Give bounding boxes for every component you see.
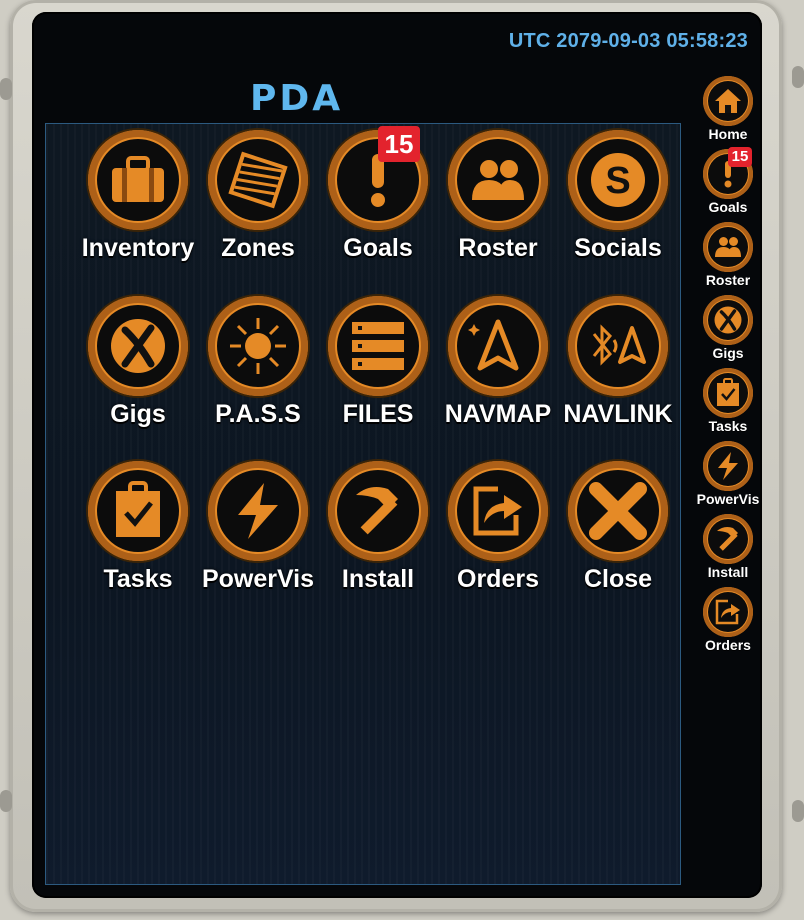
app-tile-label: P.A.S.S	[215, 400, 301, 428]
x-gig-icon	[108, 316, 168, 376]
sidebar-item-install[interactable]: Install	[700, 514, 756, 588]
lightning-icon	[228, 481, 288, 541]
sidebar-item-disc[interactable]	[703, 222, 753, 272]
app-tile-disc[interactable]	[448, 296, 548, 396]
hammer-icon	[713, 524, 743, 554]
utc-clock: UTC 2079-09-03 05:58:23	[508, 30, 748, 52]
briefcase-icon	[108, 150, 168, 210]
app-tile-label: Goals	[343, 234, 413, 262]
sidebar-item-label: Orders	[705, 637, 751, 653]
sidebar-item-disc[interactable]	[703, 76, 753, 126]
app-tile-roster[interactable]: Roster	[438, 124, 558, 274]
bluetooth-nav-icon	[588, 316, 648, 376]
app-tile-goals[interactable]: 15 Goals	[318, 124, 438, 274]
app-tile-close[interactable]: Close	[558, 455, 678, 605]
people-icon	[468, 150, 528, 210]
app-tile-label: Install	[341, 565, 415, 593]
sidebar-item-disc[interactable]	[703, 368, 753, 418]
app-tile-disc[interactable]	[208, 130, 308, 230]
app-tile-zones[interactable]: Zones	[198, 124, 318, 274]
app-tile-disc[interactable]	[568, 130, 668, 230]
app-tile-label: Socials	[574, 234, 662, 262]
hammer-icon	[348, 481, 408, 541]
app-tile-disc[interactable]	[208, 461, 308, 561]
sidebar-item-disc[interactable]	[703, 587, 753, 637]
app-tile-label: FILES	[342, 400, 414, 428]
app-tile-label: NAVLINK	[563, 400, 673, 428]
nav-arrow-icon	[468, 316, 528, 376]
sidebar-item-tasks[interactable]: Tasks	[700, 368, 756, 442]
app-tile-disc[interactable]	[88, 296, 188, 396]
clipboard-check-icon	[713, 378, 743, 408]
sidebar-item-label: Gigs	[712, 345, 744, 361]
app-tile-navmap[interactable]: NAVMAP	[438, 290, 558, 440]
clipboard-check-icon	[108, 481, 168, 541]
bezel-screw	[792, 800, 804, 822]
bezel-screw	[0, 790, 12, 812]
app-tile-disc[interactable]	[328, 461, 428, 561]
app-tile-disc[interactable]	[88, 461, 188, 561]
app-tile-disc[interactable]	[88, 130, 188, 230]
app-tile-label: Orders	[457, 565, 539, 593]
notification-badge: 15	[728, 147, 752, 167]
sidebar-item-label: Tasks	[708, 418, 748, 434]
sidebar-item-label: Home	[708, 126, 748, 142]
app-tile-label: Roster	[458, 234, 538, 262]
sidebar-item-goals[interactable]: 15 Goals	[700, 147, 756, 223]
app-tile-label: Tasks	[103, 565, 173, 593]
app-tile-disc[interactable]	[448, 461, 548, 561]
app-tile-label: Inventory	[81, 234, 195, 262]
sidebar-item-disc[interactable]	[703, 295, 753, 345]
sidebar-item-disc[interactable]	[703, 441, 753, 491]
app-tile-disc[interactable]	[568, 296, 668, 396]
app-tile-tasks[interactable]: Tasks	[78, 455, 198, 605]
app-tile-label: Gigs	[110, 400, 166, 428]
sun-icon	[228, 316, 288, 376]
files-icon	[348, 316, 408, 376]
close-icon	[588, 481, 648, 541]
app-tile-disc[interactable]	[448, 130, 548, 230]
app-tile-files[interactable]: FILES	[318, 290, 438, 440]
sidebar-item-roster[interactable]: Roster	[700, 222, 756, 296]
sidebar-item-orders[interactable]: Orders	[700, 587, 756, 661]
app-tile-socials[interactable]: Socials	[558, 124, 678, 274]
app-tile-label: PowerVis	[201, 565, 315, 593]
app-tile-label: Zones	[221, 234, 295, 262]
app-tile-label: Close	[583, 565, 653, 593]
app-tile-p-a-s-s[interactable]: P.A.S.S	[198, 290, 318, 440]
sidebar-item-label: PowerVis	[696, 491, 760, 507]
app-tile-label: NAVMAP	[444, 400, 552, 428]
app-tile-navlink[interactable]: NAVLINK	[558, 290, 678, 440]
app-tile-orders[interactable]: Orders	[438, 455, 558, 605]
bezel-screw	[792, 66, 804, 88]
lightning-icon	[713, 451, 743, 481]
sidebar-item-label: Goals	[708, 199, 748, 215]
sidebar-item-gigs[interactable]: Gigs	[700, 295, 756, 369]
app-tile-install[interactable]: Install	[318, 455, 438, 605]
app-tile-disc[interactable]	[328, 296, 428, 396]
map-zone-icon	[228, 150, 288, 210]
app-tile-disc[interactable]	[568, 461, 668, 561]
app-tile-powervis[interactable]: PowerVis	[198, 455, 318, 605]
notification-badge: 15	[378, 126, 420, 162]
s-coin-icon	[588, 150, 648, 210]
sidebar-item-label: Install	[707, 564, 749, 580]
share-out-icon	[468, 481, 528, 541]
sidebar-item-home[interactable]: Home	[700, 76, 756, 150]
home-icon	[713, 86, 743, 116]
sidebar-item-disc[interactable]	[703, 514, 753, 564]
sidebar-item-powervis[interactable]: PowerVis	[697, 441, 759, 515]
sidebar-item-label: Roster	[705, 272, 751, 288]
app-tile-inventory[interactable]: Inventory	[78, 124, 198, 274]
people-icon	[713, 232, 743, 262]
x-gig-icon	[713, 305, 743, 335]
bezel-screw	[0, 78, 12, 100]
share-out-icon	[713, 597, 743, 627]
app-tile-gigs[interactable]: Gigs	[78, 290, 198, 440]
app-tile-disc[interactable]	[208, 296, 308, 396]
